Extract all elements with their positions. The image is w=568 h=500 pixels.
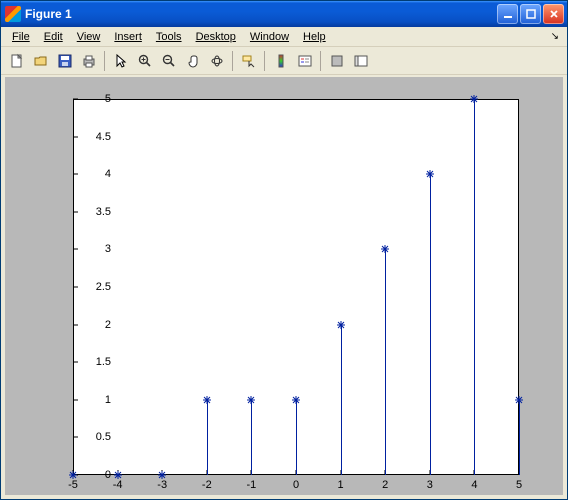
x-tick-label: -3 (157, 479, 167, 491)
stem-line (519, 400, 520, 475)
toolbar-separator (320, 51, 321, 71)
stem-marker (158, 471, 166, 479)
x-tick-label: 5 (516, 479, 522, 491)
menubar: File Edit View Insert Tools Desktop Wind… (1, 27, 567, 47)
menu-help[interactable]: Help (296, 29, 333, 45)
menu-tools[interactable]: Tools (149, 29, 189, 45)
stem-marker (337, 321, 345, 329)
x-tick-label: 2 (382, 479, 388, 491)
menu-desktop[interactable]: Desktop (189, 29, 243, 45)
x-tick-label: 3 (427, 479, 433, 491)
menu-view[interactable]: View (70, 29, 108, 45)
stem-marker (114, 471, 122, 479)
y-tick-mark (73, 99, 78, 100)
open-button[interactable] (29, 50, 52, 72)
stem-line (385, 249, 386, 475)
print-button[interactable] (77, 50, 100, 72)
stem-line (474, 99, 475, 475)
toolbar-separator (104, 51, 105, 71)
figure-canvas[interactable]: 00.511.522.533.544.55-5-4-3-2-1012345 (5, 77, 563, 495)
menu-file[interactable]: File (5, 29, 37, 45)
y-tick-mark (73, 249, 78, 250)
insert-colorbar-button[interactable] (269, 50, 292, 72)
figure-window: Figure 1 File Edit View Insert Tools Des… (0, 0, 568, 500)
stem-marker (470, 95, 478, 103)
stem-line (430, 174, 431, 475)
menubar-overflow-icon[interactable]: ↘ (551, 31, 563, 42)
stem-marker (292, 396, 300, 404)
hide-plot-tools-button[interactable] (325, 50, 348, 72)
toolbar-separator (264, 51, 265, 71)
window-buttons (497, 4, 564, 24)
x-tick-label: -4 (113, 479, 123, 491)
y-tick-mark (73, 399, 78, 400)
stem-line (251, 400, 252, 475)
rotate-3d-button[interactable] (205, 50, 228, 72)
menu-insert[interactable]: Insert (107, 29, 149, 45)
window-title: Figure 1 (25, 7, 497, 21)
y-tick-mark (73, 324, 78, 325)
x-tick-label: -1 (247, 479, 257, 491)
y-tick-mark (73, 287, 78, 288)
stem-line (341, 325, 342, 475)
menu-window[interactable]: Window (243, 29, 296, 45)
data-cursor-button[interactable] (237, 50, 260, 72)
stem-marker (203, 396, 211, 404)
stem-marker (426, 170, 434, 178)
minimize-button[interactable] (497, 4, 518, 24)
zoom-in-button[interactable] (133, 50, 156, 72)
maximize-button[interactable] (520, 4, 541, 24)
y-tick-mark (73, 211, 78, 212)
y-tick-mark (73, 174, 78, 175)
show-plot-tools-button[interactable] (349, 50, 372, 72)
x-tick-label: -5 (68, 479, 78, 491)
x-tick-label: 0 (293, 479, 299, 491)
insert-legend-button[interactable] (293, 50, 316, 72)
titlebar: Figure 1 (1, 1, 567, 27)
menu-edit[interactable]: Edit (37, 29, 70, 45)
close-button[interactable] (543, 4, 564, 24)
save-button[interactable] (53, 50, 76, 72)
matlab-icon (5, 6, 21, 22)
stem-line (207, 400, 208, 475)
toolbar-separator (232, 51, 233, 71)
x-tick-label: 1 (338, 479, 344, 491)
x-tick-label: -2 (202, 479, 212, 491)
stem-marker (247, 396, 255, 404)
toolbar (1, 47, 567, 75)
stem-marker (515, 396, 523, 404)
stem-marker (381, 245, 389, 253)
x-tick-label: 4 (471, 479, 477, 491)
y-tick-mark (73, 362, 78, 363)
stem-marker (69, 471, 77, 479)
new-figure-button[interactable] (5, 50, 28, 72)
stem-line (296, 400, 297, 475)
y-tick-mark (73, 437, 78, 438)
zoom-out-button[interactable] (157, 50, 180, 72)
pan-button[interactable] (181, 50, 204, 72)
y-tick-mark (73, 136, 78, 137)
pointer-button[interactable] (109, 50, 132, 72)
